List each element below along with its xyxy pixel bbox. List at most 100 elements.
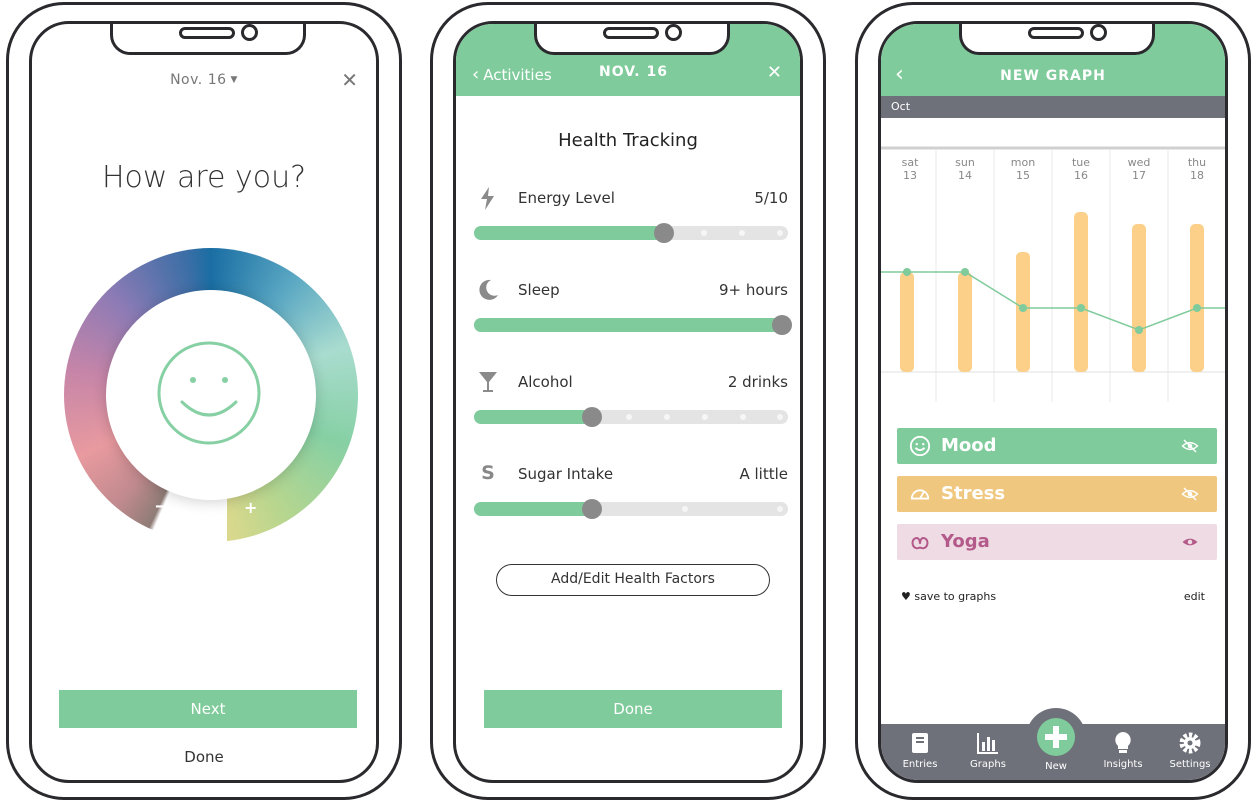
day-header: wed 17: [1127, 156, 1151, 182]
mood-stress-chart: sat 13 sun 14 mon 15 tue 16 wed 17 thu 18: [881, 118, 1225, 402]
eye-icon[interactable]: [1181, 534, 1199, 550]
book-icon: [912, 733, 928, 753]
factor-alcohol: Alcohol 2 drinks: [474, 370, 788, 440]
sugar-slider[interactable]: [474, 499, 788, 519]
legend-yoga[interactable]: Yoga: [897, 524, 1217, 560]
slider-handle[interactable]: [772, 315, 792, 335]
done-button[interactable]: Done: [484, 690, 782, 728]
slider-handle[interactable]: [654, 223, 674, 243]
month-label: Oct: [881, 96, 1225, 118]
alcohol-slider[interactable]: [474, 407, 788, 427]
date-label: Nov. 16: [170, 72, 227, 88]
header-title: NEW GRAPH: [1000, 68, 1106, 84]
notch: [959, 24, 1155, 55]
mood-point: [903, 268, 911, 276]
slider-handle[interactable]: [582, 499, 602, 519]
stress-bar: [900, 272, 914, 372]
header-title: NOV. 16: [599, 64, 668, 80]
mood-question: How are you?: [101, 160, 307, 195]
factor-name: Sleep: [518, 281, 560, 299]
legend-stress[interactable]: Stress: [897, 476, 1217, 512]
cocktail-icon: [479, 372, 497, 392]
health-screen: ‹ Activities NOV. 16 ✕ Health Tracking En…: [453, 21, 803, 783]
tab-label: New: [1045, 761, 1067, 772]
factor-name: Alcohol: [518, 373, 573, 391]
date-dropdown[interactable]: Nov. 16 ▼: [32, 72, 376, 88]
plus-icon: [1045, 726, 1067, 748]
gear-icon: [1179, 732, 1201, 754]
gauge-icon: [910, 489, 930, 500]
day-header: mon 15: [1010, 156, 1036, 182]
done-link[interactable]: Done: [32, 748, 376, 766]
factor-value: 2 drinks: [727, 373, 788, 391]
mood-screen: Nov. 16 ▼ ✕ How are you? − + Next Done: [29, 21, 379, 783]
tab-settings[interactable]: Settings: [1160, 730, 1220, 770]
heart-icon: ♥: [901, 590, 911, 603]
tab-new[interactable]: New: [1026, 761, 1086, 772]
increase-mood-button[interactable]: +: [244, 498, 257, 517]
tab-graphs[interactable]: Graphs: [958, 730, 1018, 770]
lightning-icon: [481, 187, 494, 210]
section-title: Health Tracking: [558, 130, 698, 151]
factor-name: Sugar Intake: [518, 465, 614, 483]
pretzel-icon: [911, 537, 929, 550]
eye-slash-icon[interactable]: [1181, 486, 1199, 502]
close-icon[interactable]: ✕: [341, 68, 358, 92]
mood-point: [961, 268, 969, 276]
stress-bar: [1132, 224, 1146, 372]
legend-mood[interactable]: Mood: [897, 428, 1217, 464]
mood-point: [1019, 304, 1027, 312]
tab-label: Entries: [902, 759, 938, 770]
legend-label: Mood: [941, 435, 997, 456]
stress-bar: [1190, 224, 1204, 372]
factor-sugar: S Sugar Intake A little: [474, 462, 788, 532]
slider-fill: [474, 410, 592, 424]
legend-label: Stress: [941, 483, 1006, 504]
edit-link[interactable]: edit: [1184, 590, 1205, 603]
factor-value: 9+ hours: [718, 281, 788, 299]
new-entry-button[interactable]: [1037, 718, 1075, 756]
factor-name: Energy Level: [518, 189, 615, 207]
tab-insights[interactable]: Insights: [1093, 730, 1153, 770]
legend-label: Yoga: [941, 531, 990, 552]
save-label: save to graphs: [914, 590, 997, 603]
sugar-s-icon: S: [481, 462, 495, 484]
slider-fill: [474, 318, 788, 332]
decrease-mood-button[interactable]: −: [154, 496, 169, 517]
tab-bar: Entries Graphs New Insights Settings: [881, 708, 1225, 780]
mood-point: [1135, 326, 1143, 334]
graph-screen: ‹ NEW GRAPH Oct sat 13 sun 14 mon 15 tue 16 …: [878, 21, 1228, 783]
phone-mood-entry: Nov. 16 ▼ ✕ How are you? − + Next Done: [6, 2, 402, 800]
close-icon[interactable]: ✕: [767, 62, 782, 83]
tab-entries[interactable]: Entries: [890, 730, 950, 770]
mood-point: [1193, 304, 1201, 312]
stress-bar: [1074, 212, 1088, 372]
eye-slash-icon[interactable]: [1181, 438, 1199, 454]
lightbulb-icon: [1115, 732, 1131, 753]
moon-icon: [479, 279, 498, 300]
slider-fill: [474, 502, 592, 516]
factor-value: A little: [739, 465, 788, 483]
caret-down-icon: ▼: [230, 75, 238, 85]
save-to-graphs-button[interactable]: ♥ save to graphs: [901, 590, 996, 603]
smiley-face-icon: [157, 341, 261, 445]
slider-handle[interactable]: [582, 407, 602, 427]
energy-slider[interactable]: [474, 223, 788, 243]
day-header: sun 14: [955, 156, 975, 182]
tab-label: Settings: [1169, 759, 1211, 770]
bar-chart-icon: [977, 733, 998, 754]
next-button[interactable]: Next: [59, 690, 357, 728]
tab-label: Graphs: [970, 759, 1006, 770]
back-label: Activities: [483, 66, 552, 84]
day-header: tue 16: [1071, 156, 1091, 182]
factor-energy: Energy Level 5/10: [474, 186, 788, 256]
slider-fill: [474, 226, 664, 240]
add-edit-health-factors-button[interactable]: Add/Edit Health Factors: [496, 564, 770, 596]
chevron-left-icon: ‹: [472, 64, 480, 85]
factor-sleep: Sleep 9+ hours: [474, 278, 792, 348]
phone-health-tracking: ‹ Activities NOV. 16 ✕ Health Tracking En…: [430, 2, 826, 800]
back-button[interactable]: ‹ Activities: [472, 64, 552, 85]
phone-new-graph: ‹ NEW GRAPH Oct sat 13 sun 14 mon 15 tue 16 …: [855, 2, 1251, 800]
smiley-icon: [909, 435, 931, 457]
sleep-slider[interactable]: [474, 315, 792, 335]
